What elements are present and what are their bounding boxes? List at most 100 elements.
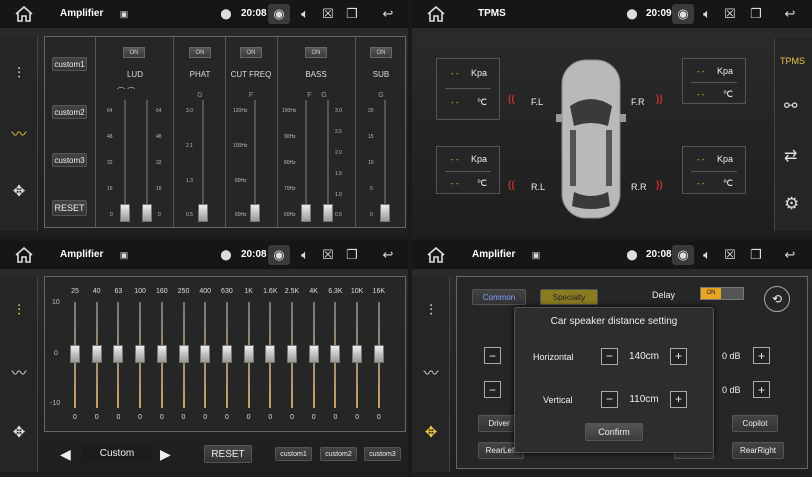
volume-icon[interactable]: 🔈︎ xyxy=(296,4,314,24)
delay-toggle[interactable]: ON xyxy=(700,287,744,300)
reset-seat-icon[interactable]: ⟲ xyxy=(764,286,790,312)
eq-band-slider[interactable] xyxy=(243,345,254,363)
volume-icon[interactable]: 🔈︎ xyxy=(698,4,716,24)
camera-icon[interactable]: ◉ xyxy=(672,245,694,265)
bass-g-slider[interactable] xyxy=(323,204,333,222)
eq-band-slider[interactable] xyxy=(308,345,319,363)
custom3-button[interactable]: custom3 xyxy=(52,153,87,167)
tab-common[interactable]: Common xyxy=(472,289,526,305)
sound-wave-icon[interactable]: 〰 xyxy=(418,359,444,385)
minus-button[interactable]: − xyxy=(484,381,501,398)
tpms-panel: TPMS ⬤ 20:09 ◉ 🔈︎ ☒ ❐ ↩ TPMS ⚯ ⇄ ⚙ - - Kp… xyxy=(412,0,812,238)
back-icon[interactable]: ↩ xyxy=(780,245,800,265)
sub-tick: 0 xyxy=(370,212,373,218)
sub-on-toggle[interactable]: ON xyxy=(370,47,392,58)
window-icon[interactable]: ❐ xyxy=(344,245,360,265)
horizontal-minus-button[interactable]: − xyxy=(601,347,618,365)
back-icon[interactable]: ↩ xyxy=(378,245,398,265)
back-icon[interactable]: ↩ xyxy=(780,4,800,24)
back-icon[interactable]: ↩ xyxy=(378,4,398,24)
eq-band-slider[interactable] xyxy=(91,345,102,363)
gear-icon[interactable]: ⚙ xyxy=(784,194,799,214)
swap-icon[interactable]: ⇄ xyxy=(784,146,797,166)
volume-icon[interactable]: 🔈︎ xyxy=(296,245,314,265)
bass-on-toggle[interactable]: ON xyxy=(305,47,327,58)
close-box-icon[interactable]: ☒ xyxy=(722,4,738,24)
eq-band-slider[interactable] xyxy=(70,345,80,363)
tpms-side-label[interactable]: TPMS xyxy=(780,56,805,66)
rear-right-button[interactable]: RearRight xyxy=(732,442,784,459)
lud-slider-right[interactable] xyxy=(142,204,152,222)
custom3-button[interactable]: custom3 xyxy=(364,447,401,461)
eq-band-slider[interactable] xyxy=(287,345,297,363)
eq-band-slider[interactable] xyxy=(352,345,363,363)
eq-band-slider[interactable] xyxy=(135,345,146,363)
eq-band-slider[interactable] xyxy=(156,345,167,363)
fl-signal-icon: (( xyxy=(508,94,515,105)
close-box-icon[interactable]: ☒ xyxy=(320,245,336,265)
balance-icon[interactable]: ✥ xyxy=(6,419,32,445)
camera-icon[interactable]: ◉ xyxy=(268,245,290,265)
plus-button[interactable]: + xyxy=(753,347,770,364)
eq-band-slider[interactable] xyxy=(200,345,211,363)
window-icon[interactable]: ❐ xyxy=(344,4,360,24)
custom1-button[interactable]: custom1 xyxy=(52,57,87,71)
lud-slider-left[interactable] xyxy=(120,204,130,222)
home-icon[interactable] xyxy=(424,245,448,265)
eq-band-slider[interactable] xyxy=(265,345,276,363)
close-box-icon[interactable]: ☒ xyxy=(320,4,336,24)
cutfreq-on-toggle[interactable]: ON xyxy=(240,47,262,58)
home-icon[interactable] xyxy=(424,4,448,24)
copilot-button[interactable]: Copilot xyxy=(732,415,778,432)
vertical-plus-button[interactable]: + xyxy=(670,390,687,408)
camera-icon[interactable]: ◉ xyxy=(268,4,290,24)
eq-band-value: 0 xyxy=(224,414,229,421)
lud-on-toggle[interactable]: ON xyxy=(123,47,145,58)
sound-wave-icon[interactable]: 〰 xyxy=(6,359,32,385)
eq-band-slider[interactable] xyxy=(373,345,384,363)
tuning-icon[interactable]: ⫶ xyxy=(6,60,32,86)
window-icon[interactable]: ❐ xyxy=(748,245,764,265)
phat-slider[interactable] xyxy=(198,204,208,222)
minus-button[interactable]: − xyxy=(484,347,501,364)
window-icon[interactable]: ❐ xyxy=(748,4,764,24)
eq-band-slider[interactable] xyxy=(221,345,232,363)
custom1-button[interactable]: custom1 xyxy=(275,447,312,461)
tuning-icon[interactable]: ⫶ xyxy=(418,297,444,323)
custom2-button[interactable]: custom2 xyxy=(320,447,357,461)
confirm-button[interactable]: Confirm xyxy=(585,423,643,441)
cutfreq-slider[interactable] xyxy=(250,204,260,222)
reset-button[interactable]: RESET xyxy=(204,445,252,463)
close-box-icon[interactable]: ☒ xyxy=(722,245,738,265)
cutfreq-tick: 60Hz xyxy=(235,212,247,218)
balance-icon[interactable]: ✥ xyxy=(418,419,444,445)
eq-scale-top: 10 xyxy=(52,299,60,306)
next-preset-icon[interactable]: ▶ xyxy=(160,446,171,463)
vertical-minus-button[interactable]: − xyxy=(601,390,618,408)
phat-on-toggle[interactable]: ON xyxy=(189,47,211,58)
custom2-button[interactable]: custom2 xyxy=(52,105,87,119)
plus-button[interactable]: + xyxy=(753,381,770,398)
prev-preset-icon[interactable]: ◀ xyxy=(60,446,71,463)
rl-temp-unit: ℃ xyxy=(476,178,487,188)
bass-f-slider[interactable] xyxy=(301,204,311,222)
camera-icon[interactable]: ◉ xyxy=(672,4,694,24)
volume-icon[interactable]: 🔈︎ xyxy=(698,245,716,265)
eq-band-value: 0 xyxy=(181,414,186,421)
rr-pressure-unit: Kpa xyxy=(716,154,733,164)
link-icon[interactable]: ⚯ xyxy=(784,96,797,116)
reset-button[interactable]: RESET xyxy=(52,200,87,216)
horizontal-plus-button[interactable]: + xyxy=(670,347,687,365)
home-icon[interactable] xyxy=(12,4,36,24)
sub-slider[interactable] xyxy=(380,204,390,222)
tab-specialty[interactable]: Specialty xyxy=(540,289,598,305)
eq-band-slider[interactable] xyxy=(330,345,341,363)
eq-band-value: 0 xyxy=(290,414,294,421)
balance-icon[interactable]: ✥ xyxy=(6,178,32,204)
eq-band-slider[interactable] xyxy=(113,345,124,363)
eq-band-slider[interactable] xyxy=(178,345,189,363)
home-icon[interactable] xyxy=(12,245,36,265)
eq-band-label: 630 xyxy=(221,288,233,295)
sound-wave-icon[interactable]: 〰 xyxy=(6,120,32,146)
tuning-icon[interactable]: ⫶ xyxy=(6,297,32,323)
